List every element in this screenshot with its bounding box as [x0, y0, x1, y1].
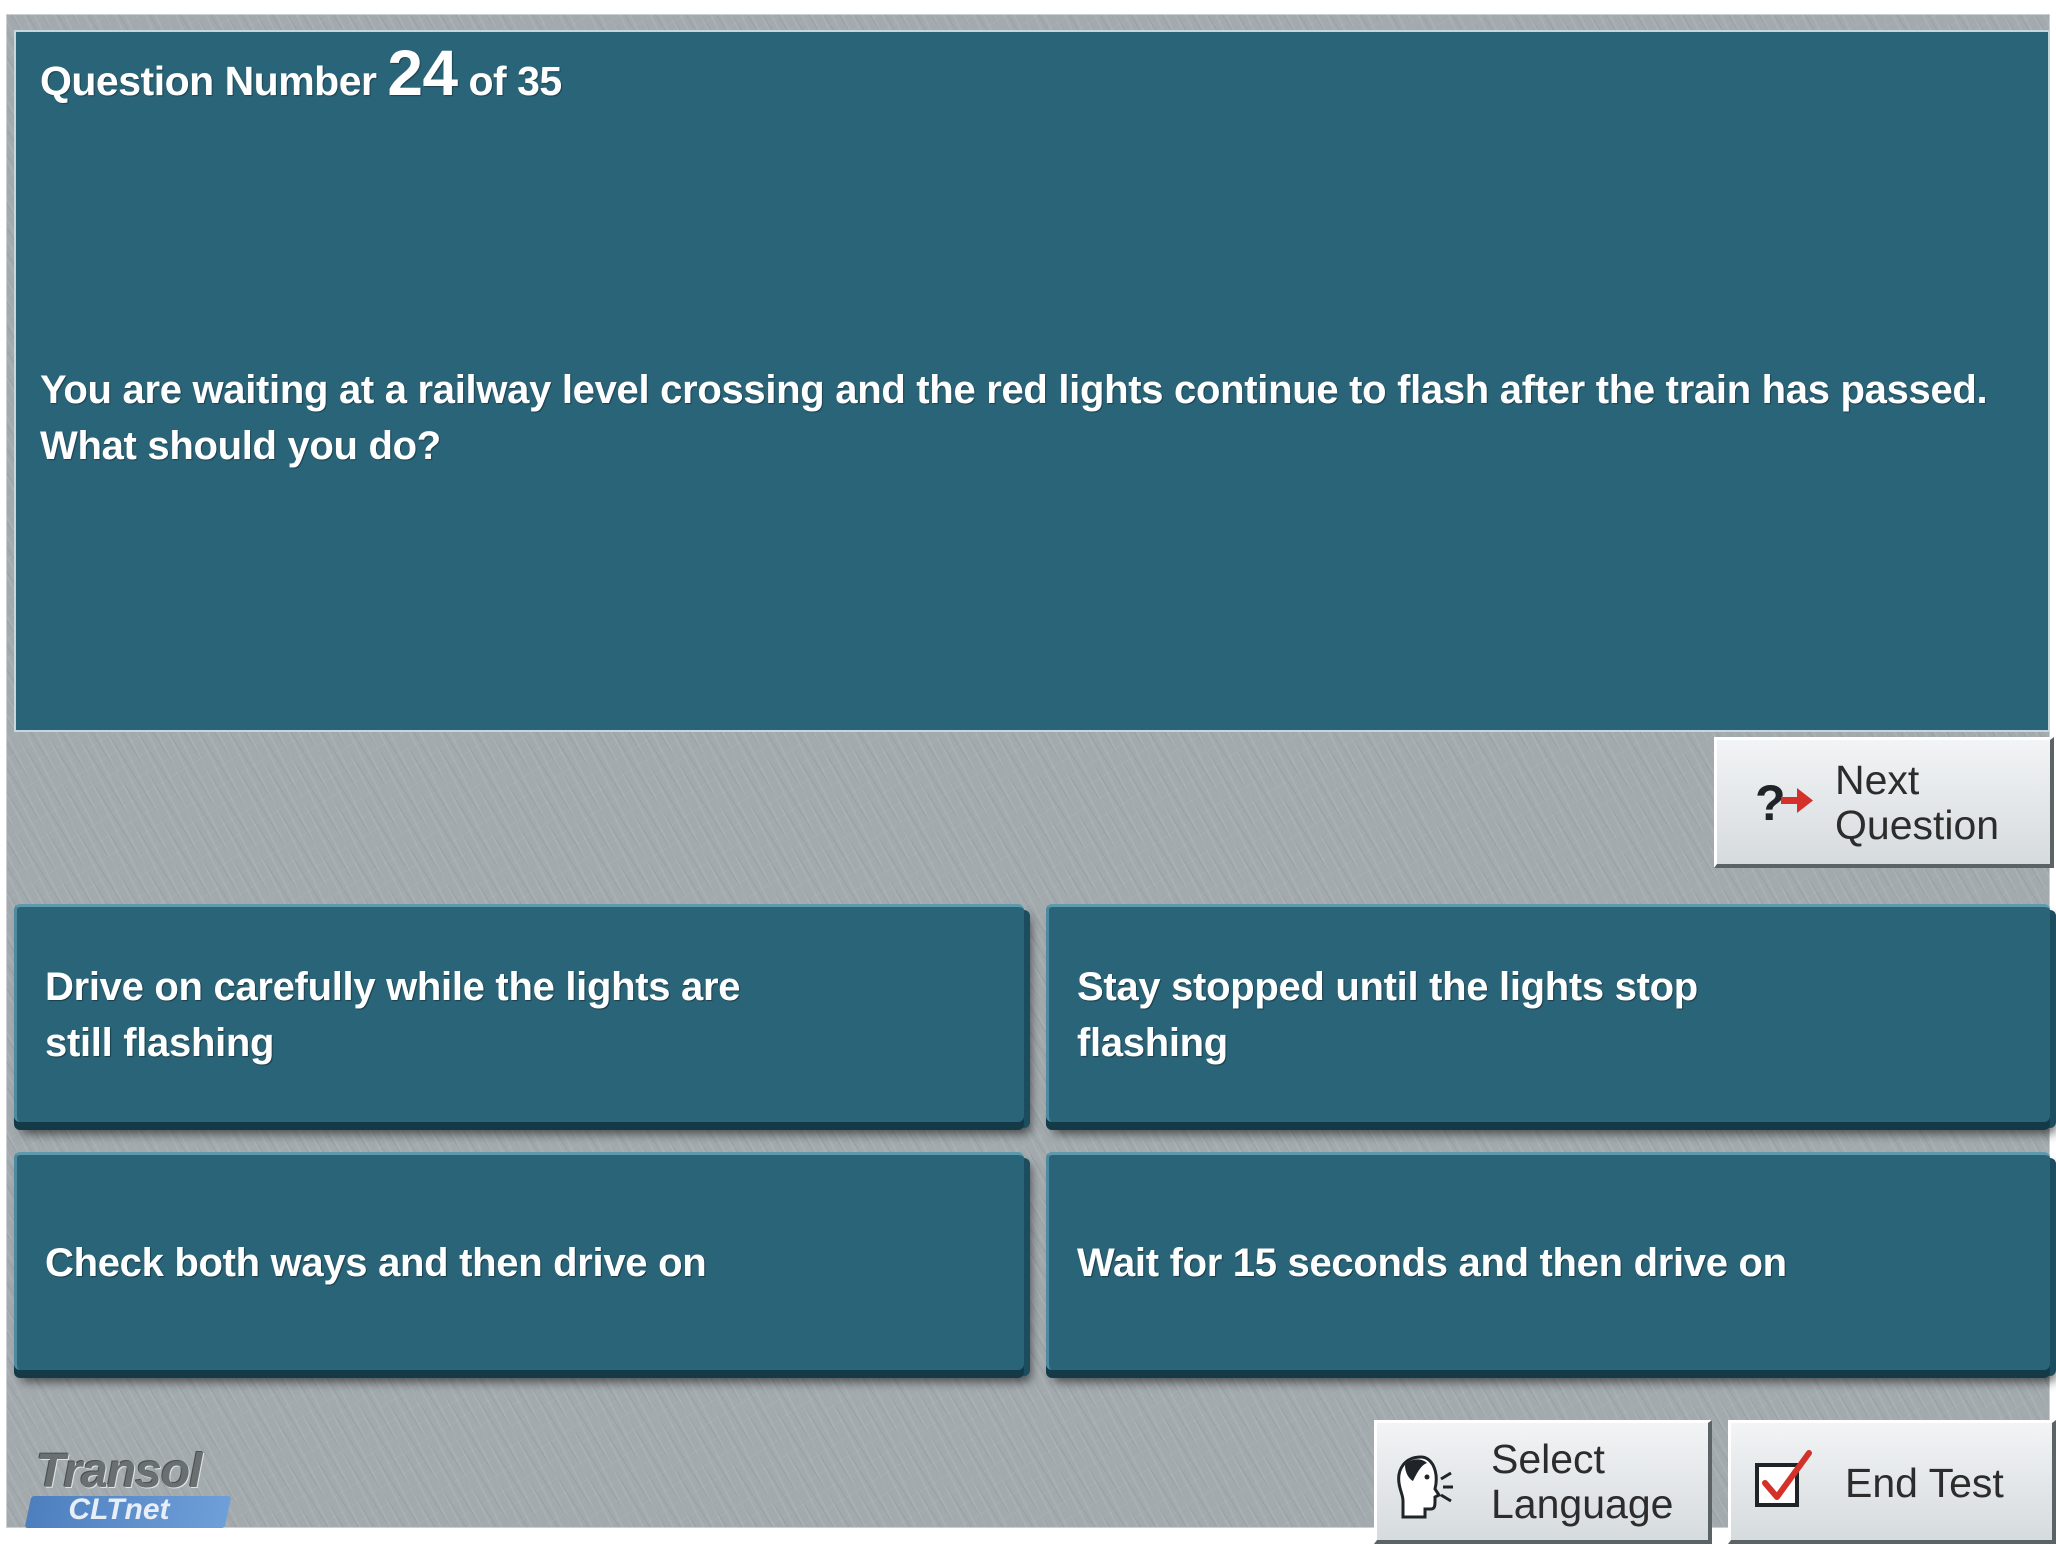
answer-b-label: Stay stopped until the lights stop flash…: [1077, 964, 1698, 1065]
next-question-label: Next Question: [1835, 758, 1999, 848]
logo-brand: Transol: [36, 1445, 202, 1498]
logo-sub: CLTnet: [68, 1493, 170, 1526]
select-language-label-line-1: Select: [1491, 1436, 1605, 1482]
counter-suffix: of 35: [468, 58, 562, 104]
question-counter: Question Number 24 of 35: [40, 36, 562, 110]
question-text: You are waiting at a railway level cross…: [40, 362, 2020, 474]
answer-option-c[interactable]: Check both ways and then drive on: [14, 1152, 1024, 1370]
end-test-button[interactable]: End Test: [1728, 1420, 2056, 1544]
svg-text:?: ?: [1755, 775, 1786, 831]
end-test-label: End Test: [1845, 1460, 2004, 1506]
logo-sub-badge: CLTnet: [24, 1493, 232, 1528]
answer-a-label: Drive on carefully while the lights are …: [45, 964, 741, 1065]
next-question-label-line-1: Next: [1835, 757, 1920, 803]
answer-option-d[interactable]: Wait for 15 seconds and then drive on: [1046, 1152, 2050, 1370]
answer-d-label: Wait for 15 seconds and then drive on: [1077, 1240, 1787, 1285]
exam-window: Question Number 24 of 35 You are waiting…: [6, 14, 2056, 1544]
next-question-button[interactable]: ? Next Question: [1714, 737, 2054, 868]
next-question-label-line-2: Question: [1835, 802, 2000, 848]
checkbox-check-icon: [1753, 1449, 1817, 1522]
question-line-1: You are waiting at a railway level cross…: [40, 368, 1988, 412]
question-arrow-icon: ?: [1753, 772, 1817, 841]
answer-option-b[interactable]: Stay stopped until the lights stop flash…: [1046, 904, 2050, 1122]
transol-cltnet-logo: Transol CLTnet: [24, 1444, 248, 1528]
speaking-head-icon: [1391, 1451, 1455, 1530]
answer-c-label: Check both ways and then drive on: [45, 1240, 707, 1285]
select-language-button[interactable]: Select Language: [1374, 1420, 1712, 1544]
counter-prefix: Question Number: [40, 58, 377, 104]
answer-option-a[interactable]: Drive on carefully while the lights are …: [14, 904, 1024, 1122]
question-panel: Question Number 24 of 35 You are waiting…: [14, 30, 2050, 732]
question-number: 24: [387, 37, 458, 109]
question-line-2: What should you do?: [40, 424, 441, 468]
select-language-label: Select Language: [1491, 1437, 1673, 1527]
select-language-label-line-2: Language: [1491, 1481, 1674, 1527]
